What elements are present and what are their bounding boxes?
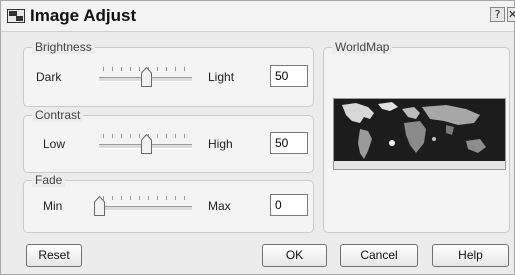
fade-ticks bbox=[103, 196, 188, 200]
brightness-legend: Brightness bbox=[32, 40, 95, 54]
image-adjust-dialog: Image Adjust ? ✕ Brightness Dark Light 5… bbox=[0, 0, 515, 275]
help-button[interactable]: Help bbox=[432, 244, 509, 267]
slider-thumb-icon[interactable] bbox=[94, 196, 105, 216]
contrast-value-input[interactable]: 50 bbox=[270, 132, 308, 154]
world-map-image bbox=[333, 98, 506, 170]
contrast-group: Contrast Low High 50 bbox=[23, 108, 314, 173]
brightness-group: Brightness Dark Light 50 bbox=[23, 40, 314, 107]
contrast-max-label: High bbox=[208, 137, 233, 151]
brightness-max-label: Light bbox=[208, 70, 235, 84]
fade-max-label: Max bbox=[208, 199, 231, 213]
title-bar: Image Adjust ? ✕ bbox=[1, 1, 515, 32]
fade-value-input[interactable]: 0 bbox=[270, 194, 308, 216]
close-button[interactable]: ✕ bbox=[507, 7, 515, 22]
help-titlebar-button[interactable]: ? bbox=[490, 7, 505, 22]
brightness-value-input[interactable]: 50 bbox=[270, 65, 308, 87]
ok-button[interactable]: OK bbox=[262, 244, 327, 267]
dialog-title: Image Adjust bbox=[30, 6, 137, 25]
cancel-button[interactable]: Cancel bbox=[340, 244, 418, 267]
image-adjust-icon bbox=[7, 9, 25, 23]
reset-button[interactable]: Reset bbox=[26, 244, 82, 267]
fade-legend: Fade bbox=[32, 173, 66, 187]
slider-thumb-icon[interactable] bbox=[140, 134, 152, 154]
contrast-min-label: Low bbox=[43, 137, 66, 151]
world-map-graphic bbox=[334, 99, 505, 169]
contrast-slider[interactable] bbox=[99, 131, 192, 155]
preview-legend: WorldMap bbox=[332, 40, 393, 54]
brightness-min-label: Dark bbox=[36, 70, 62, 84]
fade-group: Fade Min Max 0 bbox=[23, 173, 314, 233]
slider-thumb-icon[interactable] bbox=[140, 67, 152, 87]
brightness-slider[interactable] bbox=[99, 64, 192, 88]
fade-min-label: Min bbox=[43, 199, 63, 213]
fade-slider[interactable] bbox=[94, 193, 192, 217]
fade-track bbox=[99, 206, 192, 211]
contrast-legend: Contrast bbox=[32, 108, 84, 122]
